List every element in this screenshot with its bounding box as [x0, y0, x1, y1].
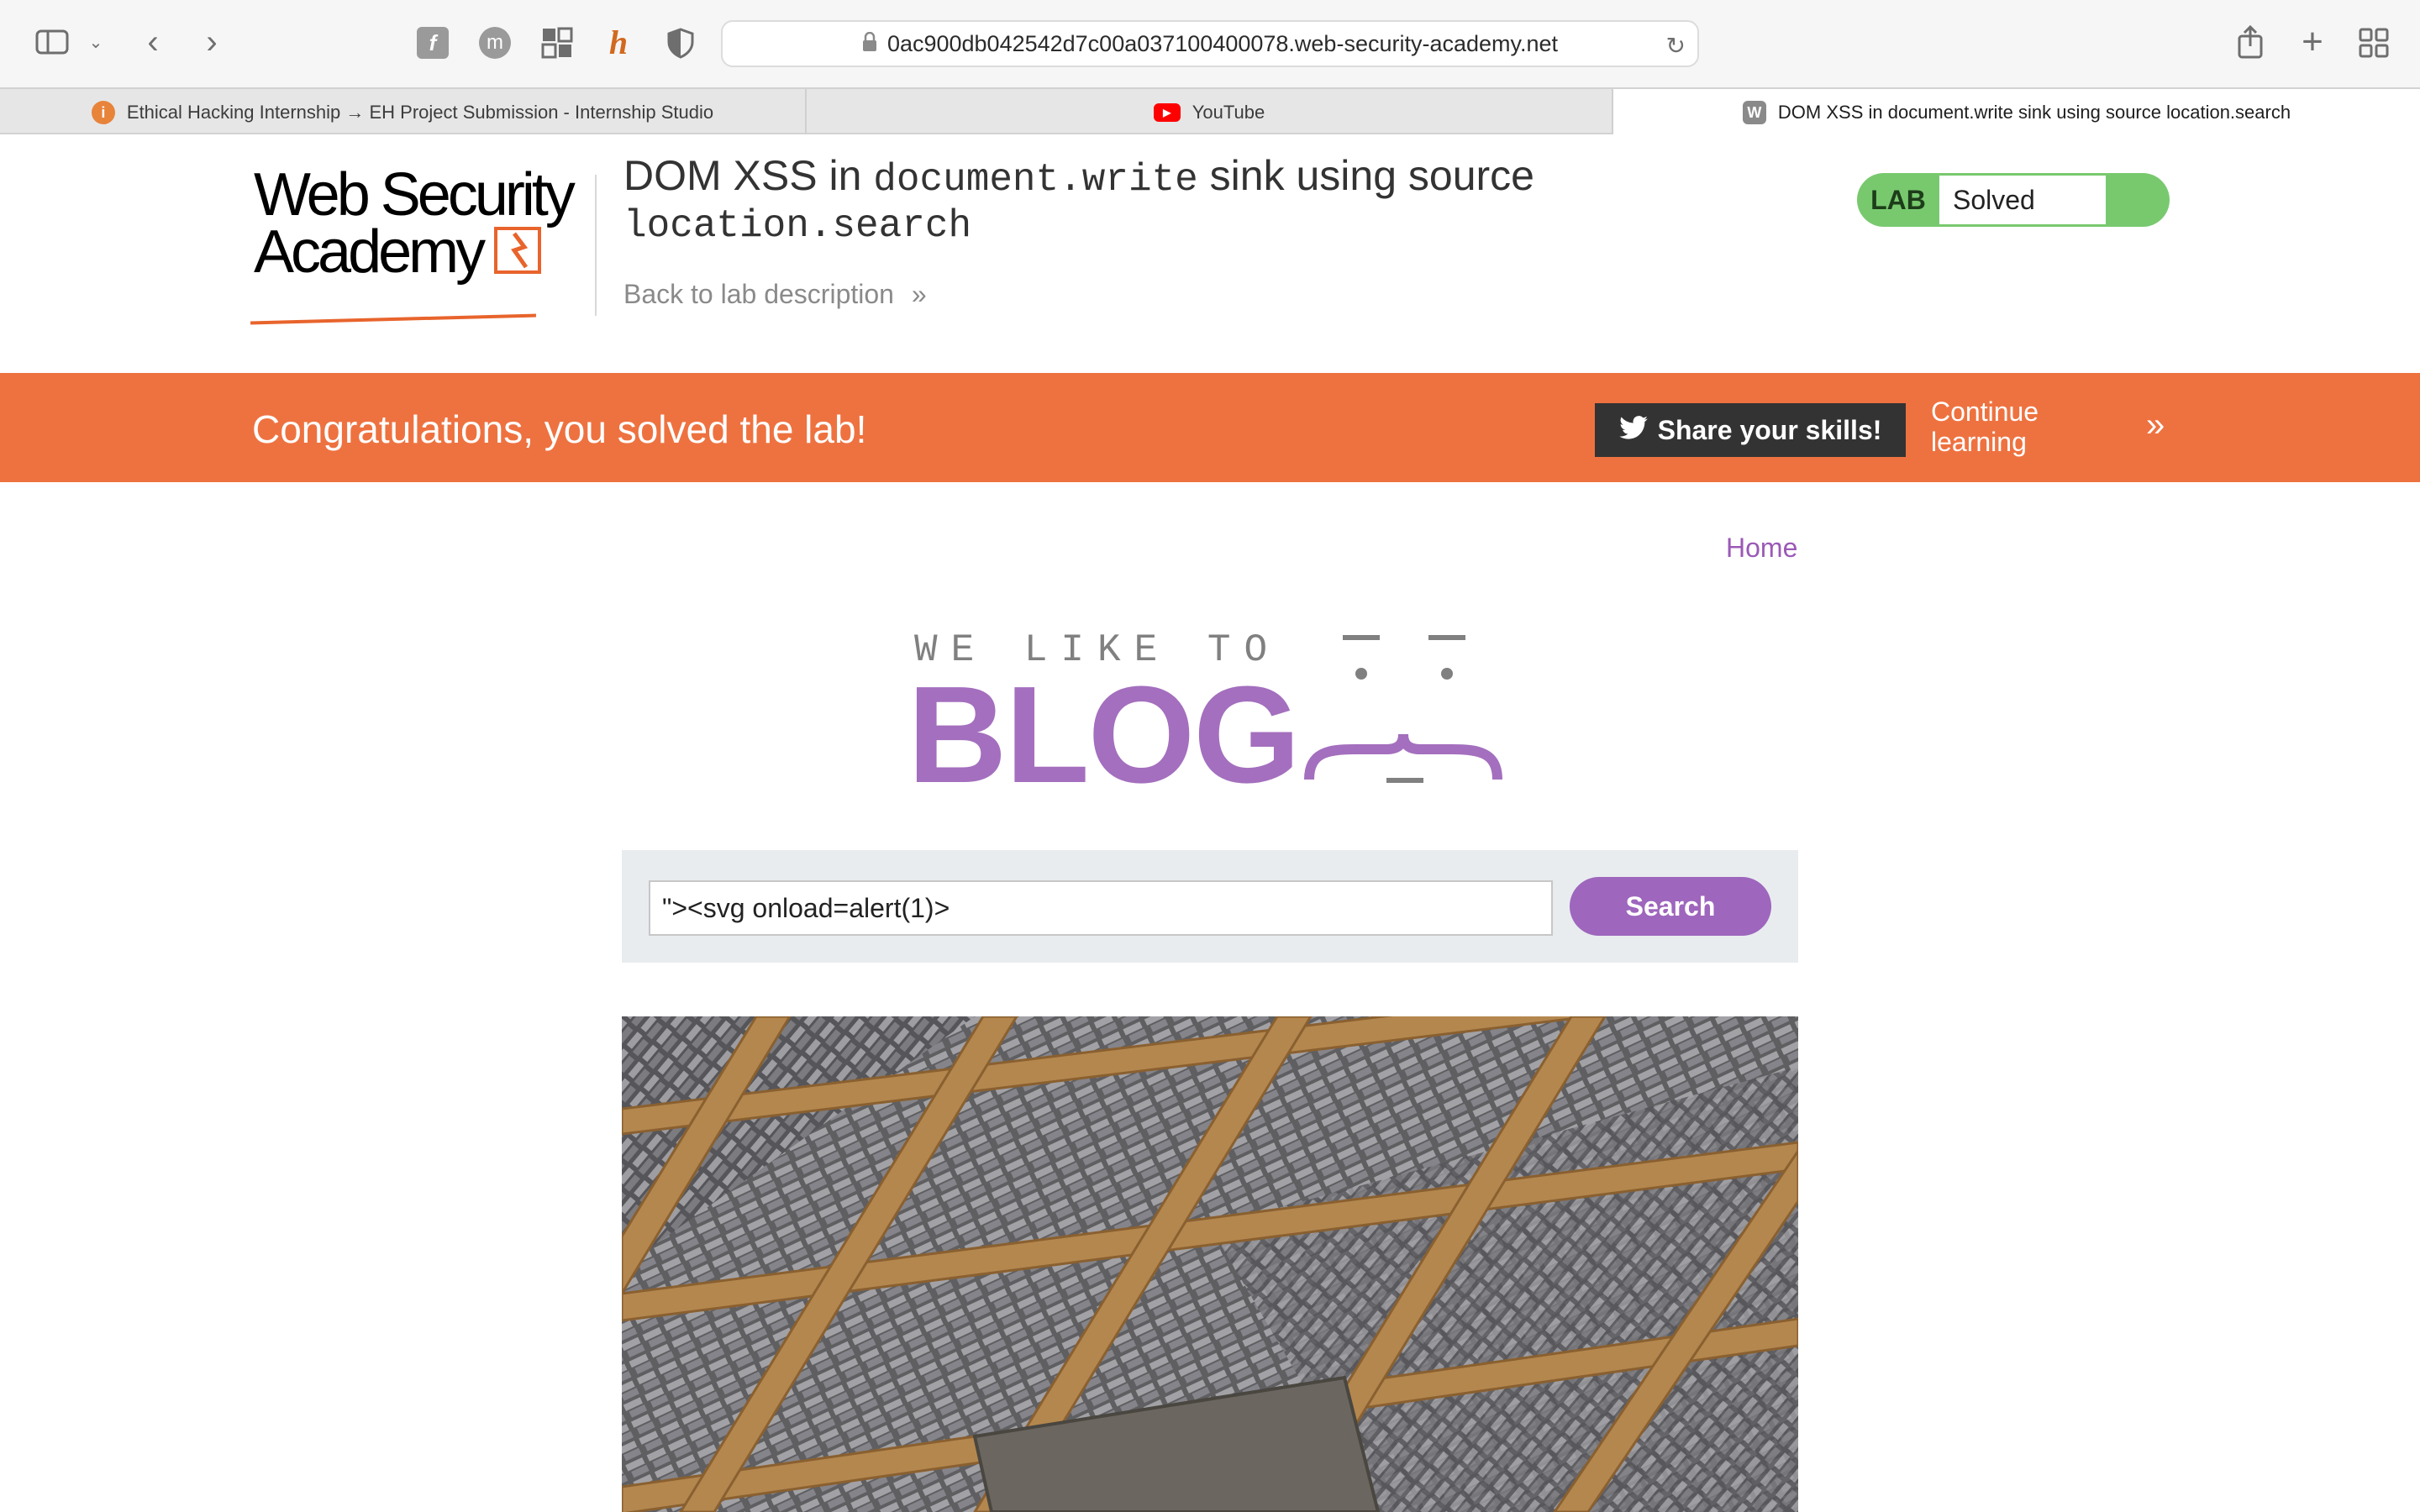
lock-icon [862, 31, 877, 56]
reload-icon[interactable]: ↻ [1666, 32, 1686, 60]
tab-lab[interactable]: W DOM XSS in document.write sink using s… [1613, 89, 2420, 136]
lab-title: DOM XSS in document.write sink using sou… [623, 155, 1632, 247]
search-panel: Search [622, 850, 1798, 963]
logo-line-2: Academy [254, 218, 486, 286]
logo-line-1: Web Security [254, 161, 576, 228]
lab-title-code-sink: document.write [873, 158, 1198, 202]
new-tab-icon[interactable]: + [2296, 21, 2329, 62]
tab-youtube[interactable]: ▶ YouTube [807, 89, 1613, 136]
address-bar[interactable]: 0ac900db042542d7c00a037100400078.web-sec… [721, 20, 1699, 67]
tab-overview-icon[interactable] [2358, 27, 2390, 59]
back-to-lab-description-link[interactable]: Back to lab description » [623, 279, 927, 310]
extension-grid-icon[interactable] [541, 27, 573, 59]
share-skills-button[interactable]: Share your skills! [1595, 403, 1906, 457]
tab-label: Ethical Hacking Internship → EH Project … [126, 102, 714, 123]
web-security-academy-icon: W [1742, 101, 1766, 124]
printer-type-tray-picture [622, 1016, 1798, 1512]
tab-bar: i Ethical Hacking Internship → EH Projec… [0, 87, 2420, 136]
chevron-down-icon[interactable]: ⌄ [86, 32, 106, 52]
lab-status-widget: LAB Solved [1857, 173, 2170, 227]
lab-status-value: Solved [1939, 176, 2106, 224]
header-divider [595, 175, 597, 316]
logo-underline [250, 313, 536, 325]
tab-internship[interactable]: i Ethical Hacking Internship → EH Projec… [0, 89, 807, 136]
extension-h-icon[interactable]: h [602, 24, 635, 61]
lab-title-code-source: location.search [623, 204, 972, 248]
blog-face-icon [1302, 628, 1521, 801]
back-link-label: Back to lab description [623, 279, 894, 309]
back-icon[interactable]: ‹ [136, 24, 170, 60]
lab-status-label: LAB [1870, 184, 1926, 215]
lab-header: Web Security Academy DOM XSS in document… [0, 134, 2420, 373]
double-chevron-right-icon: » [911, 279, 927, 309]
search-button[interactable]: Search [1570, 877, 1771, 936]
lab-title-middle: sink using source [1197, 152, 1534, 199]
search-input[interactable] [649, 880, 1553, 936]
congratulations-message: Congratulations, you solved the lab! [252, 407, 867, 451]
solved-banner: Congratulations, you solved the lab! Sha… [0, 373, 2420, 482]
tab-label: DOM XSS in document.write sink using sou… [1777, 102, 2291, 123]
share-skills-label: Share your skills! [1657, 414, 1882, 445]
browser-toolbar: ⌄ ‹ › f m h 0ac900db042542d7c00a03710040… [0, 0, 2420, 87]
extension-m-icon[interactable]: m [479, 27, 511, 59]
address-url: 0ac900db042542d7c00a037100400078.web-sec… [886, 30, 1559, 56]
logo-bolt-icon [492, 222, 544, 282]
forward-icon[interactable]: › [195, 24, 229, 60]
home-link[interactable]: Home [1726, 533, 1797, 564]
double-chevron-right-icon[interactable]: » [2146, 407, 2165, 444]
twitter-icon [1618, 415, 1648, 446]
lab-title-prefix: DOM XSS in [623, 152, 874, 199]
sidebar-toggle-icon[interactable] [34, 27, 71, 57]
share-icon[interactable] [2233, 24, 2267, 60]
continue-learning-link[interactable]: Continue learning [1931, 396, 2099, 457]
blog-heading: BLOG [908, 658, 1301, 811]
extension-f-icon[interactable]: f [417, 27, 449, 59]
shield-icon[interactable] [666, 27, 696, 59]
tab-label: YouTube [1192, 102, 1265, 123]
web-security-academy-logo[interactable]: Web Security Academy [250, 161, 576, 325]
internship-studio-icon: i [91, 101, 115, 124]
youtube-icon: ▶ [1153, 103, 1181, 122]
blog-post-image[interactable] [622, 1016, 1798, 1512]
